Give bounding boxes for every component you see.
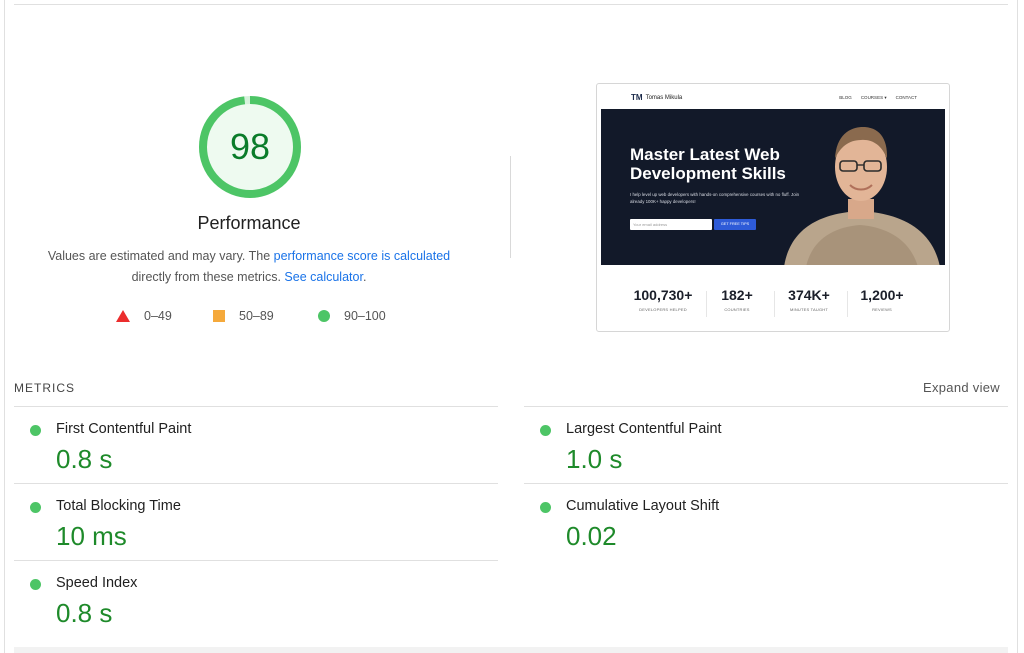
portrait-image: [784, 127, 940, 265]
legend-label: 0–49: [144, 309, 172, 323]
gauge-score: 98: [229, 126, 271, 167]
hero-cta-button: GET FREE TIPS: [714, 219, 756, 230]
metric-name: Largest Contentful Paint: [566, 421, 722, 437]
metric-total-blocking-time: Total Blocking Time 10 ms: [14, 483, 498, 560]
screenshot-nav-links: BLOG COURSES ▾ CONTACT: [839, 95, 917, 101]
stat-label: MINUTES TAUGHT: [790, 307, 828, 312]
score-legend: 0–49 50–89 90–100: [0, 309, 498, 327]
screenshot-stats: 100,730+ DEVELOPERS HELPED 182+ COUNTRIE…: [597, 287, 949, 321]
nav-link-courses: COURSES ▾: [860, 95, 887, 100]
legend-label: 90–100: [344, 309, 386, 323]
gauge-title: Performance: [197, 213, 301, 233]
stat-value: 1,200+: [860, 287, 904, 303]
stat-label: COUNTRIES: [724, 307, 750, 312]
vertical-divider: [510, 156, 511, 258]
pass-circle-icon: [30, 502, 41, 513]
desc-text-after: .: [362, 270, 367, 284]
logo-text: Tomas Mikula: [645, 94, 683, 101]
stat-minutes: 374K+ MINUTES TAUGHT: [769, 287, 849, 312]
screenshot-hero: Master Latest Web Development Skills I h…: [601, 109, 945, 265]
metric-name: First Contentful Paint: [56, 421, 192, 437]
legend-item-fail: 0–49: [116, 309, 172, 323]
pass-circle-icon: [540, 502, 551, 513]
stat-value: 100,730+: [633, 287, 693, 303]
legend-item-pass: 90–100: [318, 309, 386, 323]
bottom-panel: [14, 647, 1008, 653]
logo-mark: TM: [631, 93, 643, 102]
desc-text-before: Values are estimated and may vary. The: [47, 249, 274, 263]
metric-value: 10 ms: [56, 521, 127, 551]
metric-largest-contentful-paint: Largest Contentful Paint 1.0 s: [524, 406, 1008, 483]
circle-green-icon: [318, 310, 330, 322]
desc-text-middle: directly from these metrics.: [131, 270, 285, 284]
stat-value: 182+: [721, 287, 753, 303]
metric-cumulative-layout-shift: Cumulative Layout Shift 0.02: [524, 483, 1008, 560]
stat-reviews: 1,200+ REVIEWS: [842, 287, 922, 312]
top-divider: [14, 4, 1008, 5]
metric-value: 0.02: [566, 521, 617, 551]
triangle-red-icon: [116, 310, 130, 322]
metrics-heading: METRICS: [14, 381, 75, 395]
see-calculator-link[interactable]: See calculator: [284, 270, 363, 284]
performance-gauge[interactable]: 98: [196, 93, 304, 201]
metric-value: 1.0 s: [566, 444, 623, 474]
metric-value: 0.8 s: [56, 444, 113, 474]
expand-view-toggle[interactable]: Expand view: [923, 380, 1000, 395]
pass-circle-icon: [540, 425, 551, 436]
square-orange-icon: [213, 310, 225, 322]
metric-speed-index: Speed Index 0.8 s: [14, 560, 498, 637]
stat-developers: 100,730+ DEVELOPERS HELPED: [623, 287, 703, 312]
stat-countries: 182+ COUNTRIES: [697, 287, 777, 312]
screenshot-nav: TM Tomas Mikula BLOG COURSES ▾ CONTACT: [597, 84, 949, 108]
metric-name: Cumulative Layout Shift: [566, 498, 720, 514]
legend-label: 50–89: [239, 309, 274, 323]
score-description: Values are estimated and may vary. The p…: [0, 246, 498, 288]
stat-label: DEVELOPERS HELPED: [639, 307, 687, 312]
pass-circle-icon: [30, 579, 41, 590]
performance-score-link[interactable]: performance score is calculated: [274, 249, 450, 263]
screenshot-logo: TM Tomas Mikula: [631, 93, 682, 102]
legend-item-average: 50–89: [213, 309, 274, 323]
metric-value: 0.8 s: [56, 598, 113, 628]
metric-name: Total Blocking Time: [56, 498, 181, 514]
stat-value: 374K+: [788, 287, 830, 303]
final-screenshot[interactable]: TM Tomas Mikula BLOG COURSES ▾ CONTACT M…: [596, 83, 950, 332]
metric-first-contentful-paint: First Contentful Paint 0.8 s: [14, 406, 498, 483]
pass-circle-icon: [30, 425, 41, 436]
hero-email-input: Your email address: [630, 219, 712, 230]
metric-name: Speed Index: [56, 575, 138, 591]
nav-link-contact: CONTACT: [895, 95, 917, 100]
stat-label: REVIEWS: [872, 307, 892, 312]
nav-link-blog: BLOG: [839, 95, 852, 100]
